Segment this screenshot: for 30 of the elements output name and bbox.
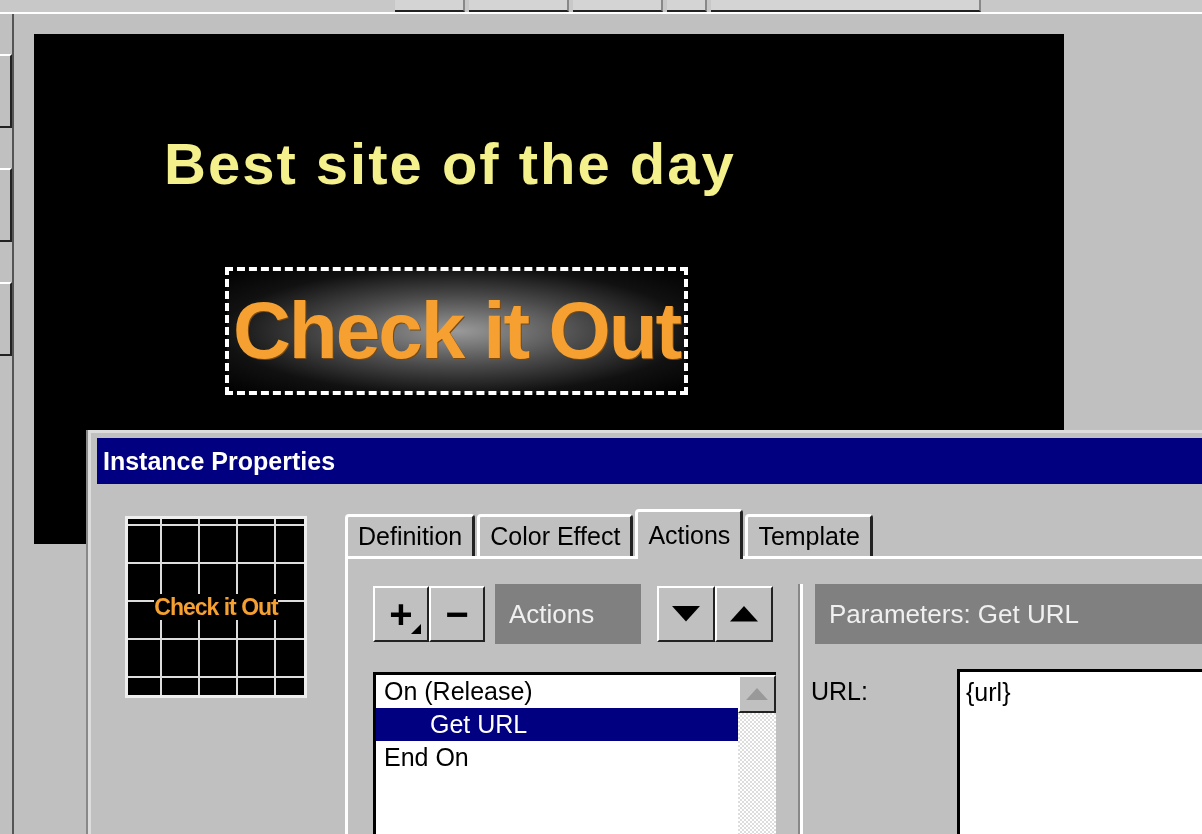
headline-text: Best site of the day — [164, 130, 736, 198]
tool-button[interactable] — [0, 282, 12, 356]
tab[interactable]: Actions — [635, 509, 744, 559]
action-item[interactable]: Get URL — [376, 708, 738, 741]
scroll-up-button[interactable] — [738, 675, 776, 713]
move-down-button[interactable] — [657, 586, 715, 642]
corner-triangle-icon — [411, 624, 421, 634]
tool-button[interactable] — [0, 168, 12, 242]
up-triangle-icon — [746, 687, 768, 701]
up-triangle-icon — [730, 606, 758, 622]
toolbar-field[interactable] — [711, 0, 981, 12]
url-field[interactable]: {url} — [957, 669, 1202, 834]
url-label: URL: — [811, 676, 869, 706]
move-up-button[interactable] — [715, 586, 773, 642]
toolbar-field[interactable] — [667, 0, 707, 12]
tab[interactable]: Color Effect — [477, 514, 634, 556]
preview-label: Check it Out — [154, 594, 278, 620]
parameters-header: Parameters: Get URL — [815, 584, 1202, 644]
toolbar-field[interactable] — [395, 0, 465, 12]
actions-header: Actions — [495, 584, 641, 644]
stage-button[interactable]: Check it Out — [227, 269, 687, 393]
add-button[interactable]: + — [373, 586, 429, 642]
tool-button[interactable] — [0, 54, 12, 128]
down-triangle-icon — [672, 606, 700, 622]
remove-button[interactable]: − — [429, 586, 485, 642]
dialog-title: Instance Properties — [97, 438, 1202, 484]
toolbar-field[interactable] — [469, 0, 569, 12]
toolbar-field[interactable] — [573, 0, 663, 12]
tab[interactable]: Definition — [345, 514, 476, 556]
tab[interactable]: Template — [745, 514, 873, 556]
